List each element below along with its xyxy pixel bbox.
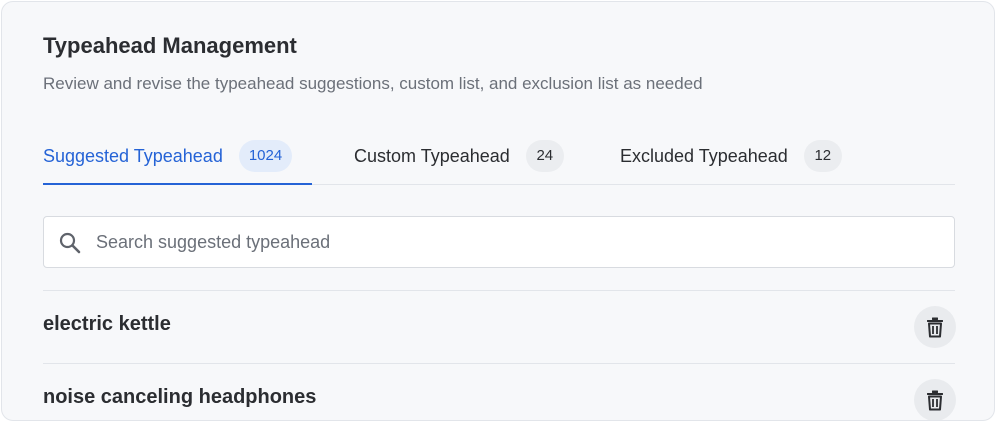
- list-item: electric kettle: [43, 290, 956, 363]
- tab-label: Excluded Typeahead: [620, 146, 788, 166]
- trash-icon: [927, 390, 943, 411]
- page-title: Typeahead Management: [43, 33, 297, 58]
- tab-count-badge: 24: [525, 140, 564, 172]
- tab-excluded-typeahead[interactable]: Excluded Typeahead 12: [620, 140, 842, 184]
- tab-count-badge: 12: [803, 140, 842, 172]
- tab-suggested-typeahead[interactable]: Suggested Typeahead 1024: [43, 140, 312, 185]
- tab-count-badge: 1024: [238, 140, 293, 172]
- trash-icon: [927, 317, 943, 338]
- tab-custom-typeahead[interactable]: Custom Typeahead 24: [354, 140, 564, 184]
- tab-bar: Suggested Typeahead 1024 Custom Typeahea…: [43, 140, 955, 185]
- tab-label: Suggested Typeahead: [43, 146, 223, 166]
- page-subtitle: Review and revise the typeahead suggesti…: [43, 74, 703, 93]
- list-item: noise canceling headphones: [43, 363, 956, 420]
- search-input[interactable]: [96, 217, 936, 267]
- typeahead-list: electric kettle noise canceling headphon…: [43, 290, 956, 420]
- delete-button[interactable]: [914, 379, 956, 420]
- list-item-label: electric kettle: [43, 313, 171, 335]
- search-box: [43, 216, 955, 268]
- delete-button[interactable]: [914, 306, 956, 348]
- tab-label: Custom Typeahead: [354, 146, 510, 166]
- list-item-label: noise canceling headphones: [43, 386, 317, 408]
- search-icon: [58, 231, 82, 255]
- typeahead-management-panel: Typeahead Management Review and revise t…: [1, 1, 995, 421]
